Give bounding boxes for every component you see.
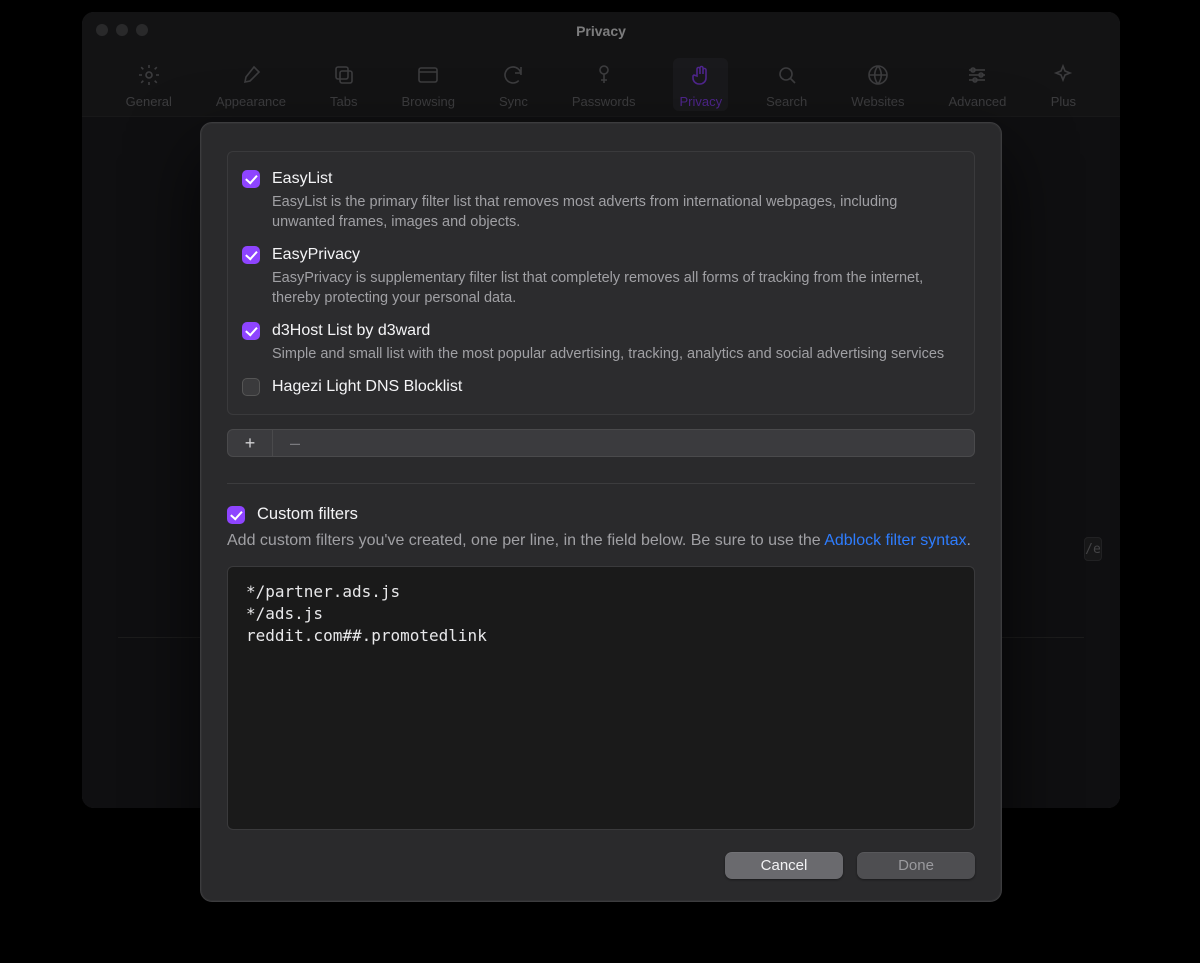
advanced-icon: [964, 62, 990, 88]
minimize-window-button[interactable]: [116, 24, 128, 36]
filter-description: EasyList is the primary filter list that…: [272, 192, 960, 232]
remove-filter-button[interactable]: –: [272, 430, 317, 456]
cancel-button[interactable]: Cancel: [725, 852, 843, 879]
filter-lists-box: EasyListEasyList is the primary filter l…: [227, 151, 975, 415]
filter-title: d3Host List by d3ward: [272, 320, 960, 342]
filter-list-item: EasyPrivacyEasyPrivacy is supplementary …: [242, 238, 960, 314]
sync-icon: [500, 62, 526, 88]
background-clipped-text: /e: [1084, 537, 1102, 561]
tabs-icon: [331, 62, 357, 88]
done-button[interactable]: Done: [857, 852, 975, 879]
custom-filters-title: Custom filters: [257, 505, 358, 524]
filter-list-item: d3Host List by d3wardSimple and small li…: [242, 314, 960, 370]
tab-sync-label: Sync: [499, 94, 528, 109]
add-filter-button[interactable]: +: [228, 430, 272, 456]
search-icon: [774, 62, 800, 88]
tab-passwords-label: Passwords: [572, 94, 636, 109]
custom-filters-header: Custom filters: [227, 504, 975, 524]
custom-filters-textarea[interactable]: [227, 566, 975, 830]
filter-title: EasyList: [272, 168, 960, 190]
tab-appearance-label: Appearance: [216, 94, 286, 109]
tab-sync[interactable]: Sync: [493, 58, 534, 111]
tab-privacy[interactable]: Privacy: [673, 58, 728, 111]
titlebar: Privacy: [82, 12, 1120, 50]
zoom-window-button[interactable]: [136, 24, 148, 36]
custom-filters-checkbox[interactable]: [227, 506, 245, 524]
filter-checkbox[interactable]: [242, 170, 260, 188]
appearance-icon: [238, 62, 264, 88]
window-title: Privacy: [576, 23, 626, 39]
websites-icon: [865, 62, 891, 88]
tab-general-label: General: [126, 94, 172, 109]
tab-privacy-label: Privacy: [679, 94, 722, 109]
tab-advanced-label: Advanced: [949, 94, 1007, 109]
sheet-buttons: Cancel Done: [227, 852, 975, 879]
privacy-icon: [688, 62, 714, 88]
filter-description: Simple and small list with the most popu…: [272, 344, 960, 364]
tab-search-label: Search: [766, 94, 807, 109]
custom-filters-desc-suffix: .: [966, 532, 970, 549]
tab-tabs[interactable]: Tabs: [324, 58, 363, 111]
tab-plus[interactable]: Plus: [1044, 58, 1082, 111]
tab-websites-label: Websites: [851, 94, 904, 109]
filter-description: EasyPrivacy is supplementary filter list…: [272, 268, 960, 308]
tab-search[interactable]: Search: [760, 58, 813, 111]
tab-passwords[interactable]: Passwords: [566, 58, 642, 111]
adblock-syntax-link[interactable]: Adblock filter syntax: [824, 532, 966, 549]
passwords-icon: [591, 62, 617, 88]
custom-filters-desc-text: Add custom filters you've created, one p…: [227, 532, 824, 549]
general-icon: [136, 62, 162, 88]
browsing-icon: [415, 62, 441, 88]
tab-websites[interactable]: Websites: [845, 58, 910, 111]
tab-browsing[interactable]: Browsing: [396, 58, 461, 111]
tab-general[interactable]: General: [120, 58, 178, 111]
custom-filters-description: Add custom filters you've created, one p…: [227, 530, 975, 552]
tab-tabs-label: Tabs: [330, 94, 357, 109]
filter-checkbox[interactable]: [242, 378, 260, 396]
filter-list-item: EasyListEasyList is the primary filter l…: [242, 162, 960, 238]
window-controls: [96, 24, 148, 36]
filter-checkbox[interactable]: [242, 246, 260, 264]
tab-advanced[interactable]: Advanced: [943, 58, 1013, 111]
filter-title: EasyPrivacy: [272, 244, 960, 266]
section-divider: [227, 483, 975, 484]
add-remove-segmented-control: + –: [227, 429, 975, 457]
filter-title: Hagezi Light DNS Blocklist: [272, 376, 960, 398]
plus-icon: [1050, 62, 1076, 88]
tab-plus-label: Plus: [1051, 94, 1076, 109]
tab-browsing-label: Browsing: [402, 94, 455, 109]
tab-appearance[interactable]: Appearance: [210, 58, 292, 111]
filter-lists-sheet: EasyListEasyList is the primary filter l…: [200, 122, 1002, 902]
close-window-button[interactable]: [96, 24, 108, 36]
filter-list-item: Hagezi Light DNS Blocklist: [242, 370, 960, 404]
filter-checkbox[interactable]: [242, 322, 260, 340]
preferences-toolbar: General Appearance Tabs Browsing Sync Passwor…: [82, 50, 1120, 125]
